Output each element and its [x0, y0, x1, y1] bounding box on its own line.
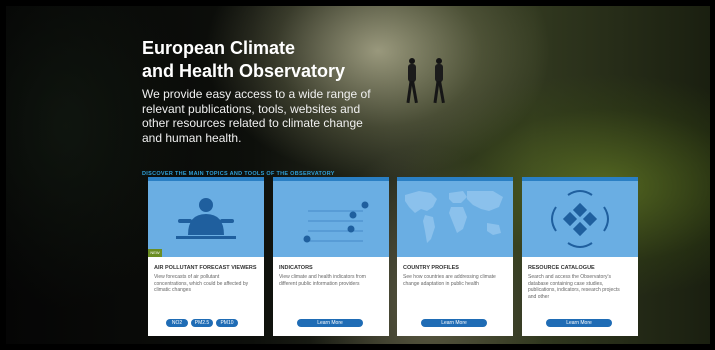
- no2-button[interactable]: NO2: [166, 319, 188, 327]
- card-description: Search and access the Observatory's data…: [528, 274, 620, 300]
- card-description: View forecasts of air pollutant concentr…: [154, 274, 249, 293]
- card-description: View climate and health indicators from …: [279, 274, 366, 287]
- page-title-line-1: European Climate: [142, 38, 296, 58]
- runner-figure: [433, 58, 445, 104]
- card-title: AIR POLLUTANT FORECAST VIEWERS: [154, 265, 257, 271]
- card-illustration: [397, 181, 513, 257]
- screenshot-frame: European Climate and Health Observatory …: [0, 0, 715, 350]
- card-title: RESOURCE CATALOGUE: [528, 265, 595, 271]
- page-title-line-2: and Health Observatory: [142, 61, 346, 81]
- intro-text: We provide easy access to a wide range o…: [142, 87, 371, 145]
- person-at-desk-icon: [176, 198, 236, 239]
- card-illustration: NEW: [148, 181, 264, 257]
- card-illustration: [522, 181, 638, 257]
- card-description: See how countries are addressing climate…: [403, 274, 496, 287]
- card-resource-catalogue[interactable]: RESOURCE CATALOGUE Search and access the…: [522, 177, 638, 336]
- learn-more-button[interactable]: Learn More: [297, 319, 363, 327]
- pm25-button[interactable]: PM2.5: [191, 319, 213, 327]
- learn-more-button[interactable]: Learn More: [546, 319, 612, 327]
- new-badge: NEW: [148, 249, 162, 257]
- scatter-chart-icon: [303, 201, 369, 243]
- card-illustration: [273, 181, 389, 257]
- network-diagram-icon: [551, 190, 609, 248]
- card-indicators[interactable]: INDICATORS View climate and health indic…: [273, 177, 389, 336]
- card-country-profiles[interactable]: COUNTRY PROFILES See how countries are a…: [397, 177, 513, 336]
- page-title: European Climate and Health Observatory: [142, 37, 402, 83]
- card-title: INDICATORS: [279, 265, 313, 271]
- card-air-pollutant-forecast[interactable]: NEW AIR POLLUTANT FORECAST VIEWERS View …: [148, 177, 264, 336]
- card-title: COUNTRY PROFILES: [403, 265, 459, 271]
- pm10-button[interactable]: PM10: [216, 319, 238, 327]
- runner-figure: [406, 58, 418, 104]
- learn-more-button[interactable]: Learn More: [421, 319, 487, 327]
- world-map-icon: [405, 191, 503, 243]
